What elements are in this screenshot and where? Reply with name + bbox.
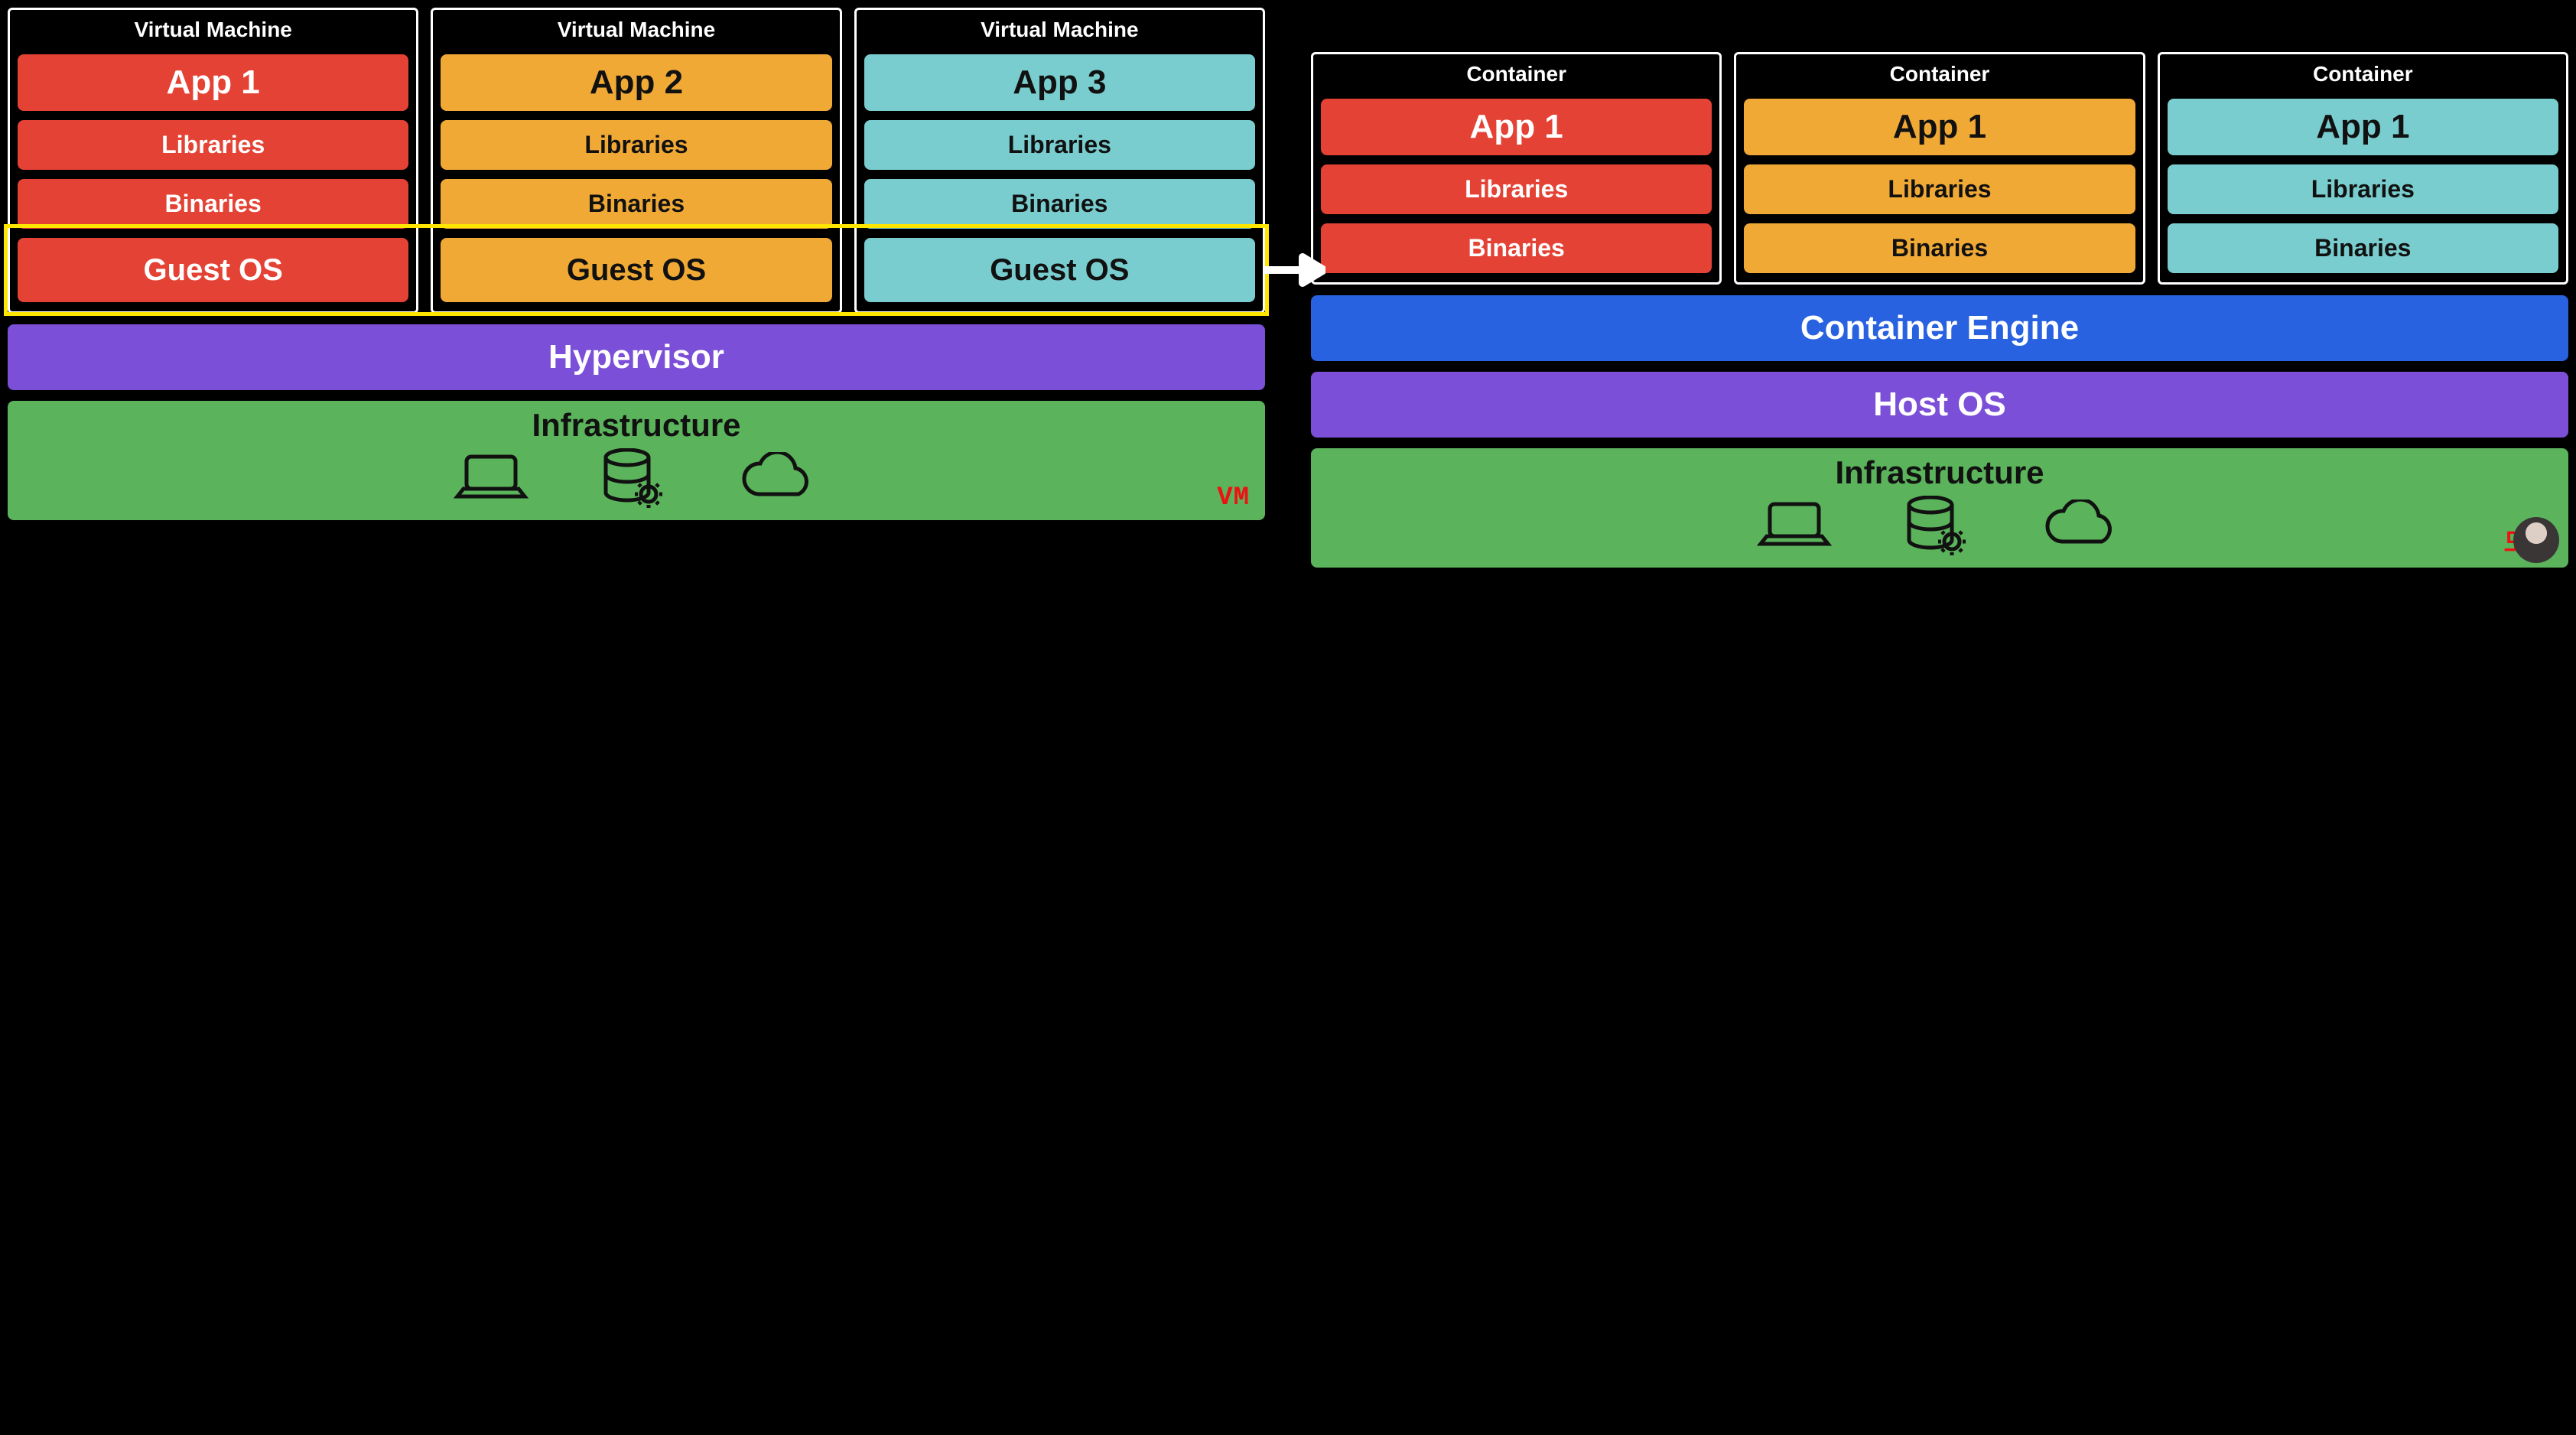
vm-column-1: Virtual Machine App 1 Libraries Binaries… <box>8 8 418 314</box>
infrastructure-label: Infrastructure <box>23 407 1250 444</box>
container-column-2: Container App 1 Libraries Binaries <box>1734 52 2145 285</box>
binaries-block: Binaries <box>441 179 831 229</box>
laptop-icon <box>453 452 529 506</box>
libraries-block: Libraries <box>1744 164 2135 214</box>
guest-os-block: Guest OS <box>864 238 1255 302</box>
container-side: Container App 1 Libraries Binaries Conta… <box>1311 52 2568 568</box>
container-engine-bar: Container Engine <box>1311 295 2568 361</box>
database-gear-icon <box>1901 496 1970 557</box>
vm-column-title: Virtual Machine <box>864 18 1255 42</box>
vm-side: Virtual Machine App 1 Libraries Binaries… <box>8 8 1265 568</box>
app-block: App 1 <box>2168 99 2558 155</box>
database-gear-icon <box>598 448 667 509</box>
host-os-bar: Host OS <box>1311 372 2568 438</box>
binaries-block: Binaries <box>18 179 408 229</box>
libraries-block: Libraries <box>1321 164 1712 214</box>
vm-column-3: Virtual Machine App 3 Libraries Binaries… <box>854 8 1265 314</box>
vm-columns: Virtual Machine App 1 Libraries Binaries… <box>8 8 1265 314</box>
libraries-block: Libraries <box>864 120 1255 170</box>
infrastructure-icons <box>1326 496 2553 557</box>
hypervisor-bar: Hypervisor <box>8 324 1265 390</box>
binaries-block: Binaries <box>2168 223 2558 273</box>
vm-tag: VM <box>1217 483 1250 512</box>
libraries-block: Libraries <box>18 120 408 170</box>
container-column-3: Container App 1 Libraries Binaries <box>2158 52 2568 285</box>
infrastructure-bar-left: Infrastructure <box>8 401 1265 520</box>
app-block: App 1 <box>18 54 408 111</box>
container-column-1: Container App 1 Libraries Binaries <box>1311 52 1722 285</box>
libraries-block: Libraries <box>2168 164 2558 214</box>
app-block: App 3 <box>864 54 1255 111</box>
cloud-icon <box>2039 499 2123 553</box>
vm-column-title: Virtual Machine <box>441 18 831 42</box>
infrastructure-label: Infrastructure <box>1326 454 2553 491</box>
vm-column-2: Virtual Machine App 2 Libraries Binaries… <box>431 8 841 314</box>
cloud-icon <box>736 452 820 506</box>
laptop-icon <box>1756 499 1833 553</box>
diagram-root: Virtual Machine App 1 Libraries Binaries… <box>8 8 2568 568</box>
infrastructure-icons <box>23 448 1250 509</box>
container-column-title: Container <box>1744 62 2135 86</box>
app-block: App 2 <box>441 54 831 111</box>
infrastructure-bar-right: Infrastructure <box>1311 448 2568 568</box>
vm-column-title: Virtual Machine <box>18 18 408 42</box>
app-block: App 1 <box>1744 99 2135 155</box>
container-column-title: Container <box>1321 62 1712 86</box>
guest-os-block: Guest OS <box>18 238 408 302</box>
presenter-avatar <box>2513 517 2559 563</box>
binaries-block: Binaries <box>1321 223 1712 273</box>
container-column-title: Container <box>2168 62 2558 86</box>
container-columns: Container App 1 Libraries Binaries Conta… <box>1311 52 2568 285</box>
libraries-block: Libraries <box>441 120 831 170</box>
app-block: App 1 <box>1321 99 1712 155</box>
guest-os-block: Guest OS <box>441 238 831 302</box>
binaries-block: Binaries <box>864 179 1255 229</box>
binaries-block: Binaries <box>1744 223 2135 273</box>
